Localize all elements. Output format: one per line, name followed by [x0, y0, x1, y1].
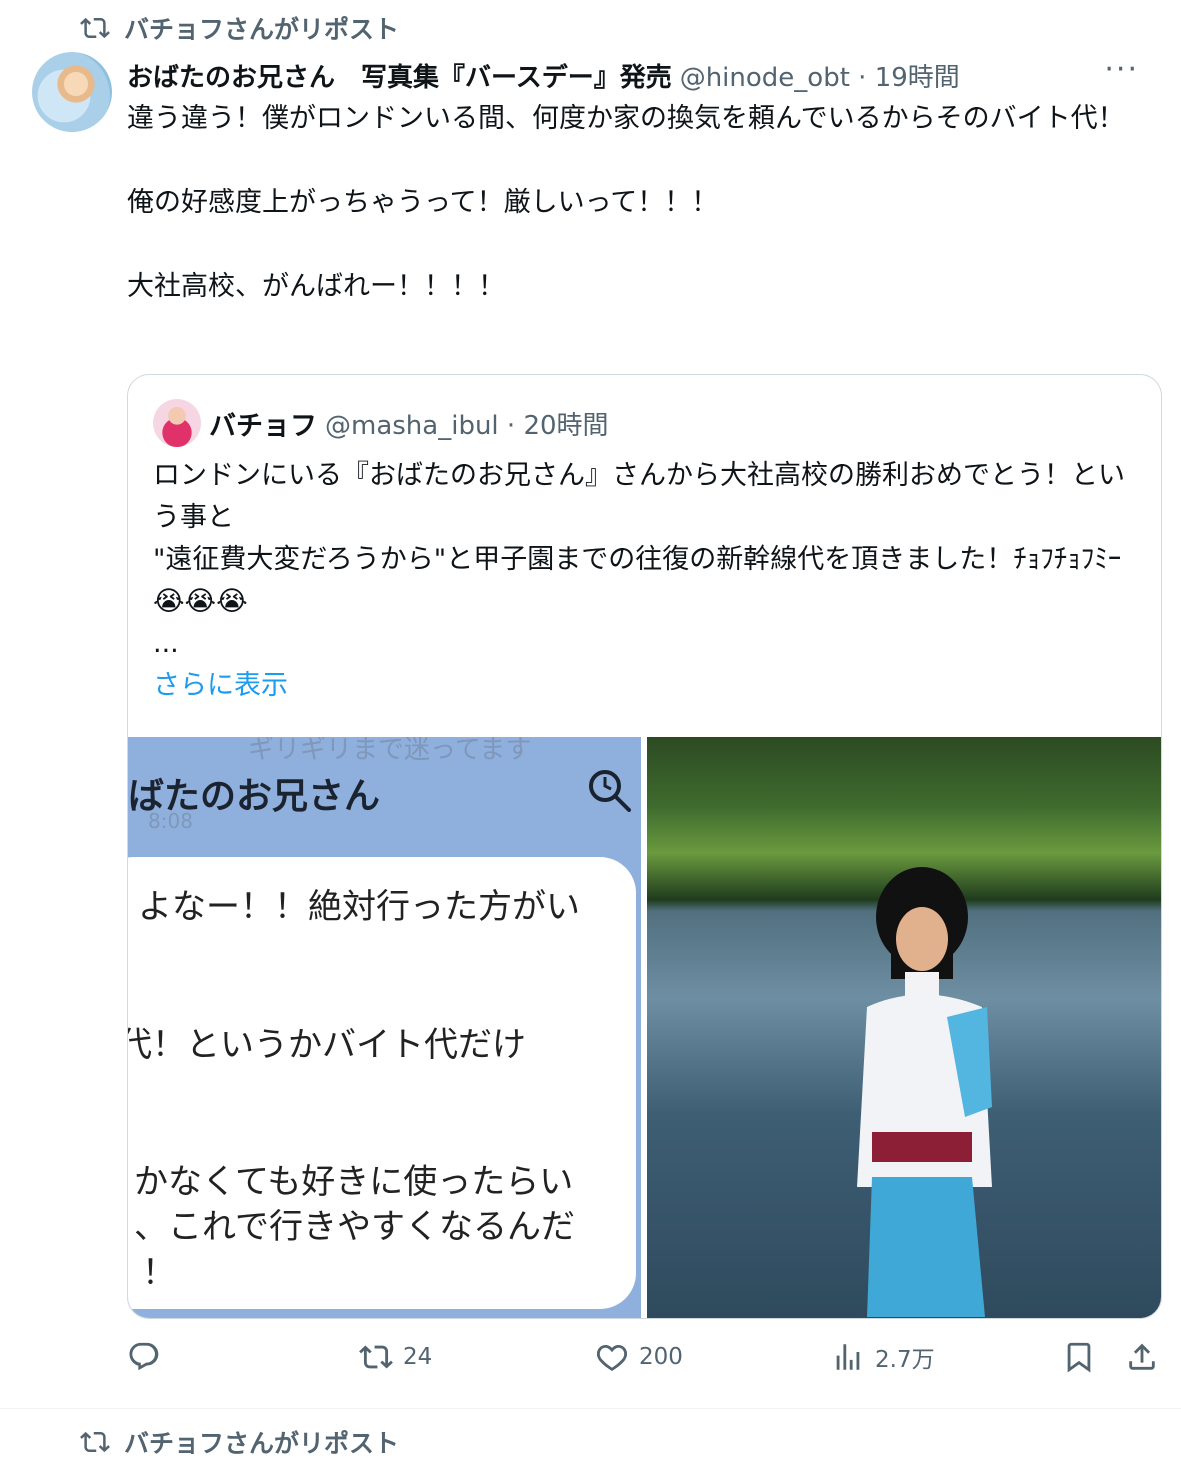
author-handle-and-time[interactable]: @hinode_obt · 19時間 [680, 57, 960, 94]
tweet-header: おばたのお兄さん 写真集『バースデー』発売 @hinode_obt · 19時間… [127, 55, 1151, 95]
views-button[interactable]: 2.7万 [831, 1340, 935, 1374]
media-image-river-photo[interactable] [647, 737, 1161, 1318]
show-more-link[interactable]: さらに表示 [153, 665, 1138, 707]
tweet-divider [0, 1408, 1181, 1409]
tweet-actions: 24 200 2.7万 [127, 1340, 1167, 1390]
chat-top-text: ギリギリまで迷ってます [248, 737, 532, 765]
tweet-paragraph: 大社高校、がんばれー！！！！ [127, 271, 505, 302]
quoted-author-handle-and-time[interactable]: @masha_ibul · 20時間 [325, 405, 609, 442]
views-count: 2.7万 [875, 1347, 935, 1373]
next-repost-indicator[interactable]: バチョフさんがリポスト [80, 1424, 399, 1460]
chat-line: ！ [142, 1253, 176, 1293]
analytics-icon [836, 1344, 860, 1370]
tweet-paragraph: 違う違う！僕がロンドンいる間、何度か家の換気を頼んでいるからそのバイト代！ [127, 103, 1125, 134]
quoted-line: ... [153, 628, 179, 659]
author-avatar[interactable] [32, 52, 112, 132]
chat-line: 、これで行きやすくなるんだ [134, 1207, 575, 1247]
tweet-text: 違う違う！僕がロンドンいる間、何度か家の換気を頼んでいるからそのバイト代！ 俺の… [127, 98, 1157, 308]
retweet-icon [359, 1345, 393, 1369]
tweet-paragraph: 俺の好感度上がっちゃうって！厳しいって！！！ [127, 187, 719, 218]
share-icon [1129, 1343, 1155, 1370]
quoted-tweet[interactable]: バチョフ @masha_ibul · 20時間 ロンドンにいる『おばたのお兄さん… [127, 374, 1162, 1319]
quoted-tweet-header: バチョフ @masha_ibul · 20時間 [153, 399, 609, 447]
chat-subtext: 8:08 [148, 809, 193, 833]
repost-text: バチョフさんがリポスト [124, 1429, 400, 1458]
reply-icon [129, 1342, 159, 1371]
retweet-button[interactable]: 24 [359, 1340, 432, 1374]
repost-text: バチョフさんがリポスト [124, 15, 400, 44]
retweet-count: 24 [403, 1344, 433, 1370]
bookmark-icon [1067, 1342, 1091, 1373]
bookmark-button[interactable] [1062, 1340, 1096, 1374]
repost-indicator[interactable]: バチョフさんがリポスト [80, 10, 399, 46]
reply-button[interactable] [127, 1340, 171, 1374]
chat-line: かなくても好きに使ったらい [134, 1162, 574, 1202]
chat-line: よなー！！絶対行った方がい [138, 887, 580, 927]
quoted-author-avatar[interactable] [153, 399, 201, 447]
quoted-line: ロンドンにいる『おばたのお兄さん』さんから大社高校の勝利おめでとう！という事と [153, 460, 1125, 533]
search-icon [589, 770, 631, 812]
chat-line: 代！というかバイト代だけ [128, 1025, 526, 1065]
media-image-chat-screenshot[interactable]: ギリギリまで迷ってます ばたのお兄さん 8:08 よなー！！絶対行った方がい 代… [128, 737, 641, 1318]
quoted-author-display-name[interactable]: バチョフ [209, 404, 317, 443]
quoted-line: "遠征費大変だろうから"と甲子園までの往復の新幹線代を頂きました！ﾁｮﾌﾁｮﾌﾐ… [153, 544, 1122, 617]
retweet-icon [80, 17, 110, 39]
quoted-tweet-text: ロンドンにいる『おばたのお兄さん』さんから大社高校の勝利おめでとう！という事と … [153, 455, 1138, 707]
person-figure [857, 867, 992, 1317]
like-button[interactable]: 200 [595, 1340, 683, 1374]
heart-icon [596, 1344, 628, 1371]
share-button[interactable] [1125, 1340, 1159, 1374]
like-count: 200 [639, 1344, 683, 1370]
author-display-name[interactable]: おばたのお兄さん 写真集『バースデー』発売 [127, 57, 672, 94]
more-options-icon[interactable]: ··· [1104, 55, 1139, 85]
